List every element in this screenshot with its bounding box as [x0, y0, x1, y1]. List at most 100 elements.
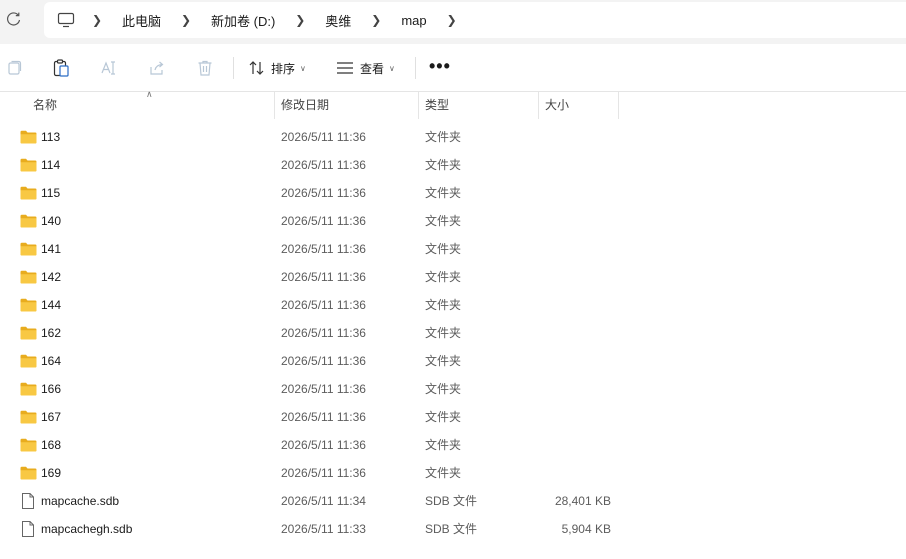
sort-button[interactable]: 排序 ∨: [248, 56, 306, 80]
file-row[interactable]: mapcache.sdb 2026/5/11 11:34 SDB 文件 28,401 …: [0, 487, 906, 515]
file-row[interactable]: 113 2026/5/11 11:36 文件夹: [0, 123, 906, 151]
file-modified-date: 2026/5/11 11:36: [281, 186, 366, 200]
file-modified-date: 2026/5/11 11:36: [281, 158, 366, 172]
file-name: 167: [41, 410, 62, 424]
column-divider[interactable]: [618, 92, 619, 119]
chevron-right-icon[interactable]: ❯: [287, 13, 313, 27]
rename-icon[interactable]: [99, 58, 119, 78]
file-type: 文件夹: [425, 130, 462, 144]
file-icon: [22, 493, 34, 509]
file-size: [540, 151, 611, 179]
breadcrumb-item-aowei[interactable]: 奥维: [313, 11, 363, 30]
folder-icon: [20, 298, 37, 312]
folder-icon: [20, 354, 37, 368]
file-modified-date: 2026/5/11 11:36: [281, 466, 366, 480]
file-type: 文件夹: [425, 326, 462, 340]
file-type: SDB 文件: [425, 522, 478, 536]
breadcrumb-item-this-pc[interactable]: 此电脑: [110, 11, 173, 30]
file-modified-date: 2026/5/11 11:33: [281, 522, 366, 536]
file-name: 141: [41, 242, 62, 256]
file-name: 169: [41, 466, 62, 480]
toolbar-divider: [233, 57, 234, 79]
address-bar[interactable]: ❯ 此电脑 ❯ 新加卷 (D:) ❯ 奥维 ❯ map ❯: [44, 2, 906, 38]
file-name: 164: [41, 354, 62, 368]
file-type: 文件夹: [425, 466, 462, 480]
file-modified-date: 2026/5/11 11:36: [281, 438, 366, 452]
file-type: 文件夹: [425, 298, 462, 312]
chevron-right-icon[interactable]: ❯: [173, 13, 199, 27]
file-name: 142: [41, 270, 62, 284]
file-size: [540, 459, 611, 487]
file-row[interactable]: 166 2026/5/11 11:36 文件夹: [0, 375, 906, 403]
file-size: [540, 347, 611, 375]
folder-icon: [20, 214, 37, 228]
file-row[interactable]: 144 2026/5/11 11:36 文件夹: [0, 291, 906, 319]
file-type: 文件夹: [425, 354, 462, 368]
file-modified-date: 2026/5/11 11:36: [281, 242, 366, 256]
breadcrumb-item-map[interactable]: map: [389, 13, 438, 28]
file-type: 文件夹: [425, 410, 462, 424]
file-row[interactable]: mapcachegh.sdb 2026/5/11 11:33 SDB 文件 5,904…: [0, 515, 906, 543]
file-icon: [22, 521, 34, 537]
folder-icon: [20, 410, 37, 424]
file-row[interactable]: 167 2026/5/11 11:36 文件夹: [0, 403, 906, 431]
more-options-icon[interactable]: •••: [429, 57, 451, 75]
breadcrumb-item-drive-d[interactable]: 新加卷 (D:): [199, 11, 287, 30]
file-name: 144: [41, 298, 62, 312]
file-type: 文件夹: [425, 438, 462, 452]
file-row[interactable]: 169 2026/5/11 11:36 文件夹: [0, 459, 906, 487]
file-row[interactable]: 162 2026/5/11 11:36 文件夹: [0, 319, 906, 347]
file-name: 140: [41, 214, 62, 228]
file-row[interactable]: 168 2026/5/11 11:36 文件夹: [0, 431, 906, 459]
file-name: 114: [41, 158, 61, 172]
file-modified-date: 2026/5/11 11:36: [281, 354, 366, 368]
file-size: [540, 179, 611, 207]
file-modified-date: 2026/5/11 11:36: [281, 130, 366, 144]
file-name: mapcache.sdb: [41, 494, 120, 508]
file-modified-date: 2026/5/11 11:36: [281, 270, 366, 284]
file-name: 113: [41, 130, 61, 144]
file-type: 文件夹: [425, 186, 462, 200]
file-row[interactable]: 115 2026/5/11 11:36 文件夹: [0, 179, 906, 207]
refresh-icon[interactable]: [5, 10, 23, 28]
file-list: 113 2026/5/11 11:36 文件夹 114 2026/5/11 11:36 文…: [0, 123, 906, 543]
folder-icon: [20, 326, 37, 340]
file-row[interactable]: 164 2026/5/11 11:36 文件夹: [0, 347, 906, 375]
sort-icon: [249, 61, 264, 75]
copy-icon[interactable]: [4, 58, 24, 78]
file-modified-date: 2026/5/11 11:36: [281, 326, 366, 340]
chevron-right-icon[interactable]: ❯: [439, 13, 465, 27]
column-header-name[interactable]: 名称: [27, 92, 57, 119]
folder-icon: [20, 186, 37, 200]
file-row[interactable]: 142 2026/5/11 11:36 文件夹: [0, 263, 906, 291]
folder-icon: [20, 382, 37, 396]
chevron-down-icon: ∨: [300, 63, 306, 73]
chevron-right-icon[interactable]: ❯: [84, 13, 110, 27]
view-button[interactable]: 查看 ∨: [336, 56, 395, 80]
column-header-type[interactable]: 类型: [419, 92, 449, 119]
column-header-date[interactable]: 修改日期: [275, 92, 329, 119]
file-size: 5,904 KB: [561, 522, 611, 536]
view-icon: [337, 62, 353, 74]
file-size: [540, 375, 611, 403]
column-header-row: ∧ 名称 修改日期 类型 大小: [0, 90, 906, 119]
file-size: [540, 207, 611, 235]
file-name: 166: [41, 382, 62, 396]
file-modified-date: 2026/5/11 11:36: [281, 214, 366, 228]
delete-icon[interactable]: [195, 58, 215, 78]
file-size: [540, 431, 611, 459]
sort-label: 排序: [271, 61, 296, 76]
column-header-size[interactable]: 大小: [539, 92, 569, 119]
paste-icon[interactable]: [51, 58, 71, 78]
file-size: [540, 123, 611, 151]
chevron-right-icon[interactable]: ❯: [363, 13, 389, 27]
sort-ascending-icon: ∧: [146, 90, 153, 100]
file-row[interactable]: 141 2026/5/11 11:36 文件夹: [0, 235, 906, 263]
file-name: mapcachegh.sdb: [41, 522, 133, 536]
file-modified-date: 2026/5/11 11:36: [281, 410, 366, 424]
file-modified-date: 2026/5/11 11:36: [281, 298, 366, 312]
file-size: [540, 319, 611, 347]
file-row[interactable]: 140 2026/5/11 11:36 文件夹: [0, 207, 906, 235]
share-icon[interactable]: [147, 58, 167, 78]
file-row[interactable]: 114 2026/5/11 11:36 文件夹: [0, 151, 906, 179]
